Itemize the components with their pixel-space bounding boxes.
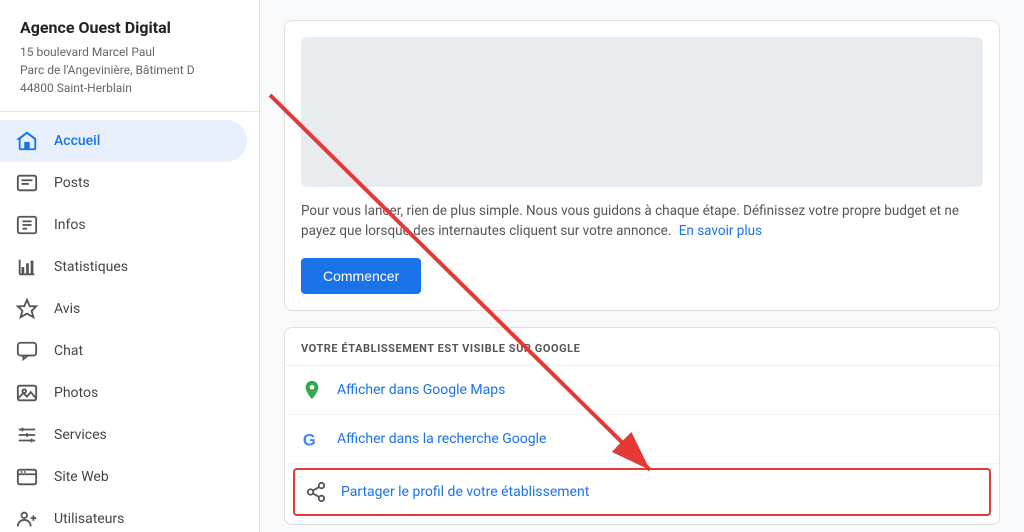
visibility-item-share[interactable]: Partager le profil de votre établissemen… <box>293 468 991 516</box>
svg-text:G: G <box>303 431 316 449</box>
visibility-header: VOTRE ÉTABLISSEMENT EST VISIBLE SUR GOOG… <box>285 328 999 366</box>
ad-image <box>301 37 983 187</box>
chat-icon <box>16 340 38 362</box>
sidebar-item-chat[interactable]: Chat <box>0 330 247 372</box>
sidebar-item-utilisateurs[interactable]: Utilisateurs <box>0 498 247 532</box>
sidebar-item-photos[interactable]: Photos <box>0 372 247 414</box>
share-link[interactable]: Partager le profil de votre établissemen… <box>341 484 589 500</box>
sidebar-item-photos-label: Photos <box>54 385 98 401</box>
ad-card: Pour vous lancer, rien de plus simple. N… <box>284 20 1000 311</box>
statistiques-icon <box>16 256 38 278</box>
ad-learn-more-link[interactable]: En savoir plus <box>679 223 762 239</box>
business-address: 15 boulevard Marcel Paul Parc de l'Angev… <box>20 43 239 97</box>
sidebar-item-chat-label: Chat <box>54 343 83 359</box>
maps-link[interactable]: Afficher dans Google Maps <box>337 382 505 398</box>
sidebar-item-services-label: Services <box>54 427 107 443</box>
sidebar-item-posts[interactable]: Posts <box>0 162 247 204</box>
sidebar-item-avis-label: Avis <box>54 301 80 317</box>
sidebar-item-site-web-label: Site Web <box>54 469 109 485</box>
main-content: Pour vous lancer, rien de plus simple. N… <box>260 0 1024 532</box>
visibility-card: VOTRE ÉTABLISSEMENT EST VISIBLE SUR GOOG… <box>284 327 1000 525</box>
visibility-item-maps[interactable]: Afficher dans Google Maps <box>285 366 999 415</box>
utilisateurs-icon <box>16 508 38 530</box>
sidebar-item-infos[interactable]: Infos <box>0 204 247 246</box>
avis-icon <box>16 298 38 320</box>
sidebar-item-infos-label: Infos <box>54 217 86 233</box>
commencer-button[interactable]: Commencer <box>301 258 421 294</box>
infos-icon <box>16 214 38 236</box>
posts-icon <box>16 172 38 194</box>
maps-icon <box>301 379 323 401</box>
sidebar-item-avis[interactable]: Avis <box>0 288 247 330</box>
services-icon <box>16 424 38 446</box>
home-icon <box>16 130 38 152</box>
photos-icon <box>16 382 38 404</box>
share-icon <box>305 481 327 503</box>
sidebar-item-posts-label: Posts <box>54 175 90 191</box>
sidebar-item-services[interactable]: Services <box>0 414 247 456</box>
sidebar: Agence Ouest Digital 15 boulevard Marcel… <box>0 0 260 532</box>
search-link[interactable]: Afficher dans la recherche Google <box>337 431 546 447</box>
business-name: Agence Ouest Digital <box>20 18 239 39</box>
sidebar-item-accueil[interactable]: Accueil <box>0 120 247 162</box>
site-web-icon <box>16 466 38 488</box>
nav-list: Accueil Posts Inf <box>0 112 259 532</box>
sidebar-item-site-web[interactable]: Site Web <box>0 456 247 498</box>
sidebar-item-accueil-label: Accueil <box>54 133 100 149</box>
visibility-item-search[interactable]: G Afficher dans la recherche Google <box>285 415 999 464</box>
sidebar-item-utilisateurs-label: Utilisateurs <box>54 511 124 527</box>
sidebar-item-statistiques[interactable]: Statistiques <box>0 246 247 288</box>
business-info: Agence Ouest Digital 15 boulevard Marcel… <box>0 0 259 112</box>
google-search-icon: G <box>301 428 323 450</box>
sidebar-item-statistiques-label: Statistiques <box>54 259 128 275</box>
ad-description: Pour vous lancer, rien de plus simple. N… <box>285 187 999 258</box>
